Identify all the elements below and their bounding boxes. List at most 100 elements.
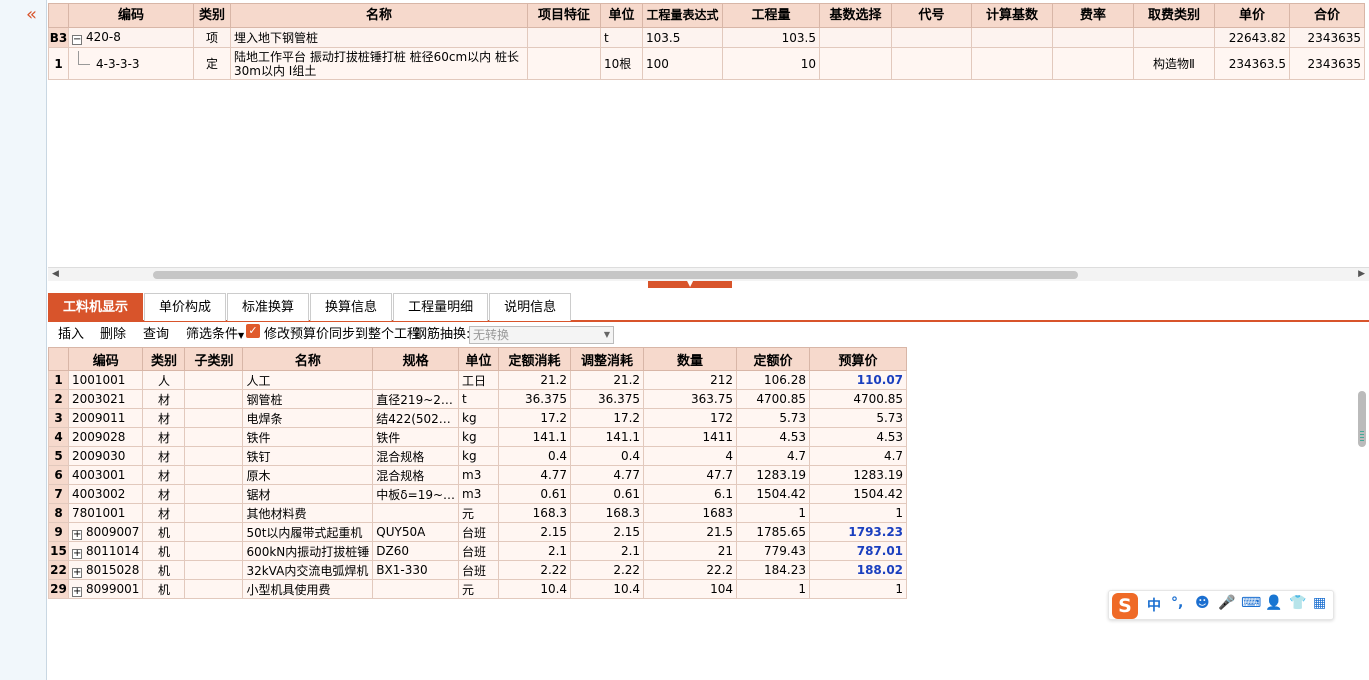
tab-quantity-detail[interactable]: 工程量明细 (393, 293, 489, 321)
budget-price-cell[interactable]: 4.7 (809, 446, 908, 466)
table-row[interactable]: 5 2009030 材铁钉 混合规格 kg 0.4 0.4 4 4.7 4.7 (48, 446, 908, 466)
table-row[interactable]: 2 2003021 材钢管桩 直径219~2… t 36.375 36.375 363.75 4… (48, 389, 908, 409)
insert-button[interactable]: 插入 (58, 324, 84, 346)
code-cell[interactable]: 2003021 (67, 389, 144, 409)
col-header-base-select[interactable]: 基数选择 (819, 3, 892, 28)
budget-price-cell[interactable]: 1283.19 (809, 465, 908, 485)
spec-cell[interactable] (372, 370, 460, 390)
type-cell[interactable]: 人 (142, 370, 186, 390)
toolbox-icon[interactable]: ▦ (1313, 595, 1326, 611)
code-cell[interactable]: +8015028 (67, 560, 144, 580)
quota-cell[interactable]: 0.4 (498, 446, 572, 466)
quota-cell[interactable]: 141.1 (498, 427, 572, 447)
col-header-quota-price[interactable]: 定额价 (736, 347, 811, 371)
row-header[interactable]: 6 (48, 465, 69, 485)
sogou-logo[interactable]: S (1112, 593, 1138, 619)
quantity-cell[interactable]: 1683 (643, 503, 738, 523)
col-header-adjusted[interactable]: 调整消耗 (570, 347, 645, 371)
type-cell[interactable]: 项 (193, 27, 231, 48)
budget-price-cell[interactable]: 4.53 (809, 427, 908, 447)
budget-price-cell[interactable]: 1 (809, 503, 908, 523)
quota-cell[interactable]: 2.22 (498, 560, 572, 580)
code-cell[interactable]: +8011014 (67, 541, 144, 561)
chevron-down-icon[interactable]: ▼ (687, 279, 693, 288)
code-cell[interactable]: −420-8 (68, 27, 194, 48)
unit-cell[interactable]: kg (458, 408, 500, 428)
type-cell[interactable]: 机 (142, 579, 186, 599)
quota-price-cell[interactable]: 1785.65 (736, 522, 811, 542)
subtype-cell[interactable] (184, 408, 244, 428)
subtype-cell[interactable] (184, 465, 244, 485)
qty-cell[interactable]: 103.5 (722, 27, 820, 48)
quota-cell[interactable]: 17.2 (498, 408, 572, 428)
price-cell[interactable]: 234363.5 (1214, 47, 1290, 80)
collapse-icon[interactable]: − (72, 35, 82, 45)
rate-cell[interactable] (1052, 47, 1134, 80)
spec-cell[interactable]: 直径219~2… (372, 389, 460, 409)
adjusted-cell[interactable]: 168.3 (570, 503, 645, 523)
adjusted-cell[interactable]: 10.4 (570, 579, 645, 599)
code-cell[interactable]: 1001001 (67, 370, 144, 390)
adjusted-cell[interactable]: 0.61 (570, 484, 645, 504)
subtype-cell[interactable] (184, 579, 244, 599)
name-cell[interactable]: 埋入地下钢管桩 (230, 27, 528, 48)
type-cell[interactable]: 机 (142, 541, 186, 561)
budget-price-cell[interactable]: 188.02 (809, 560, 908, 580)
adjusted-cell[interactable]: 2.1 (570, 541, 645, 561)
name-cell[interactable]: 小型机具使用费 (242, 579, 374, 599)
unit-cell[interactable]: 10根 (600, 47, 643, 80)
fee-type-cell[interactable] (1133, 27, 1215, 48)
quota-cell[interactable]: 10.4 (498, 579, 572, 599)
delete-button[interactable]: 删除 (100, 324, 126, 346)
quantity-cell[interactable]: 172 (643, 408, 738, 428)
scrollbar-thumb[interactable] (153, 271, 1078, 279)
spec-cell[interactable] (372, 503, 460, 523)
quota-price-cell[interactable]: 779.43 (736, 541, 811, 561)
skin-icon[interactable]: 👕 (1289, 595, 1306, 611)
table-row[interactable]: 3 2009011 材电焊条 结422(502… kg 17.2 17.2 172 5.73 5.… (48, 408, 908, 428)
col-header-qty[interactable]: 工程量 (722, 3, 820, 28)
quantity-cell[interactable]: 47.7 (643, 465, 738, 485)
expand-icon[interactable]: + (72, 548, 82, 559)
tab-standard-conversion[interactable]: 标准换算 (227, 293, 310, 321)
col-header-budget-price[interactable]: 预算价 (809, 347, 908, 371)
adjusted-cell[interactable]: 36.375 (570, 389, 645, 409)
spec-cell[interactable] (372, 579, 460, 599)
name-cell[interactable]: 50t以内履带式起重机 (242, 522, 374, 542)
table-row[interactable]: 1 1001001 人人工 工日 21.2 21.2 212 106.28 110.07 (48, 370, 908, 390)
adjusted-cell[interactable]: 21.2 (570, 370, 645, 390)
quota-price-cell[interactable]: 1504.42 (736, 484, 811, 504)
code-cell[interactable]: 4-3-3-3 (68, 47, 194, 80)
expand-icon[interactable]: + (72, 586, 82, 597)
table-row[interactable]: 9 +8009007 机 50t以内履带式起重机 QUY50A 台班 2.15 2.15 21.… (48, 522, 908, 542)
subtype-cell[interactable] (184, 484, 244, 504)
quantity-cell[interactable]: 363.75 (643, 389, 738, 409)
row-header[interactable]: B3 (48, 27, 69, 48)
qty-cell[interactable]: 10 (722, 47, 820, 80)
quota-price-cell[interactable]: 1283.19 (736, 465, 811, 485)
table-row[interactable]: 29 +8099001 机小型机具使用费元 10.4 10.4 104 1 1 (48, 579, 908, 599)
scroll-left-icon[interactable]: ◀ (52, 269, 59, 279)
type-cell[interactable]: 材 (142, 427, 186, 447)
code-cell[interactable]: +8009007 (67, 522, 144, 542)
row-header[interactable]: 1 (48, 370, 69, 390)
col-header-calc-base[interactable]: 计算基数 (971, 3, 1053, 28)
subtype-cell[interactable] (184, 560, 244, 580)
adjusted-cell[interactable]: 17.2 (570, 408, 645, 428)
microphone-icon[interactable]: 🎤 (1218, 595, 1235, 611)
quota-price-cell[interactable]: 4.7 (736, 446, 811, 466)
spec-cell[interactable]: 中板δ=19~… (372, 484, 460, 504)
quota-cell[interactable]: 4.77 (498, 465, 572, 485)
col-header-total[interactable]: 合价 (1289, 3, 1365, 28)
name-cell[interactable]: 钢管桩 (242, 389, 374, 409)
adjusted-cell[interactable]: 2.22 (570, 560, 645, 580)
unit-cell[interactable]: 台班 (458, 522, 500, 542)
col-header-fee-type[interactable]: 取费类别 (1133, 3, 1215, 28)
punctuation-icon[interactable]: °, (1171, 595, 1183, 611)
budget-price-cell[interactable]: 110.07 (809, 370, 908, 390)
row-header[interactable]: 7 (48, 484, 69, 504)
subtype-cell[interactable] (184, 541, 244, 561)
user-icon[interactable]: 👤 (1265, 595, 1282, 611)
table-row[interactable]: 8 7801001 材其他材料费元 168.3 168.3 1683 1 1 (48, 503, 908, 523)
unit-cell[interactable]: 台班 (458, 541, 500, 561)
